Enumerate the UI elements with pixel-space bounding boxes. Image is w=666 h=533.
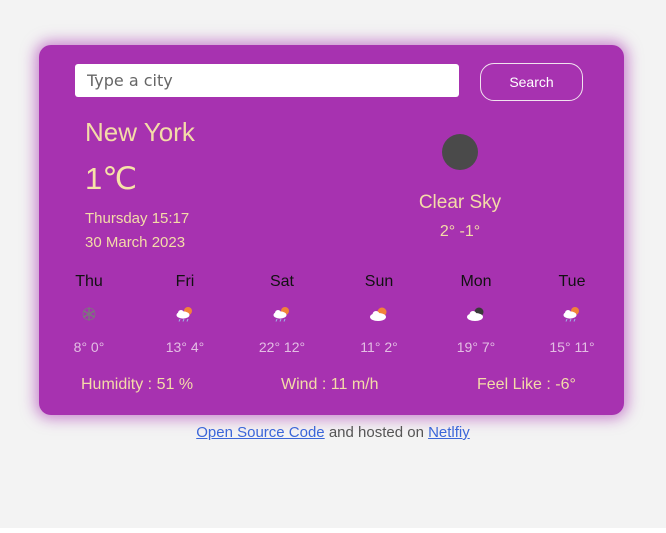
forecast-day-name: Thu [75,273,103,290]
current-temperature: 1℃ [85,161,138,196]
day-time: Thursday 15:17 [85,210,190,227]
forecast-temps: 19° 7° [456,339,496,355]
sun-cloud-icon [370,307,387,321]
forecast-temps: 15° 11° [549,339,595,355]
feels-like-stat: Feel Like : -6° [477,376,576,393]
forecast-temps: 8° 0° [73,339,105,355]
weather-condition: Clear Sky [418,192,502,213]
city-name: New York [85,117,195,147]
sun-rain-cloud-icon [563,307,579,322]
forecast-day-name: Sun [364,273,394,290]
forecast-day-name: Fri [175,273,195,290]
sun-rain-cloud-icon [176,307,192,322]
forecast-day-name: Tue [558,273,586,290]
weather-card: Search New York 1℃ Thursday 15:17 30 Mar… [39,45,624,415]
wind-stat: Wind : 11 m/h [281,376,379,393]
page-bottom-edge [0,528,666,533]
search-button[interactable]: Search [480,63,583,101]
forecast-row: Thu 8° 0° Fri 13° 4° Sat 22° 12° Sun 11°… [39,273,624,363]
netlify-link[interactable]: Netlfiy [428,424,470,441]
forecast-temps: 13° 4° [165,339,205,355]
current-date: 30 March 2023 [85,234,186,251]
forecast-day-name: Mon [460,273,492,290]
night-cloud-icon [467,307,484,321]
moon-icon [442,134,478,170]
sun-rain-cloud-icon [273,307,289,322]
open-source-link[interactable]: Open Source Code [196,424,324,441]
city-search-input[interactable] [75,64,459,97]
footer-text: and hosted on [324,424,429,441]
footer: Open Source Code and hosted on Netlfiy [0,424,666,441]
forecast-day-name: Sat [269,273,294,290]
humidity-stat: Humidity : 51 % [81,376,194,393]
snowflake-icon [82,307,96,321]
temperature-range: 2° -1° [439,223,481,240]
forecast-temps: 11° 2° [360,339,398,355]
forecast-temps: 22° 12° [258,339,306,355]
